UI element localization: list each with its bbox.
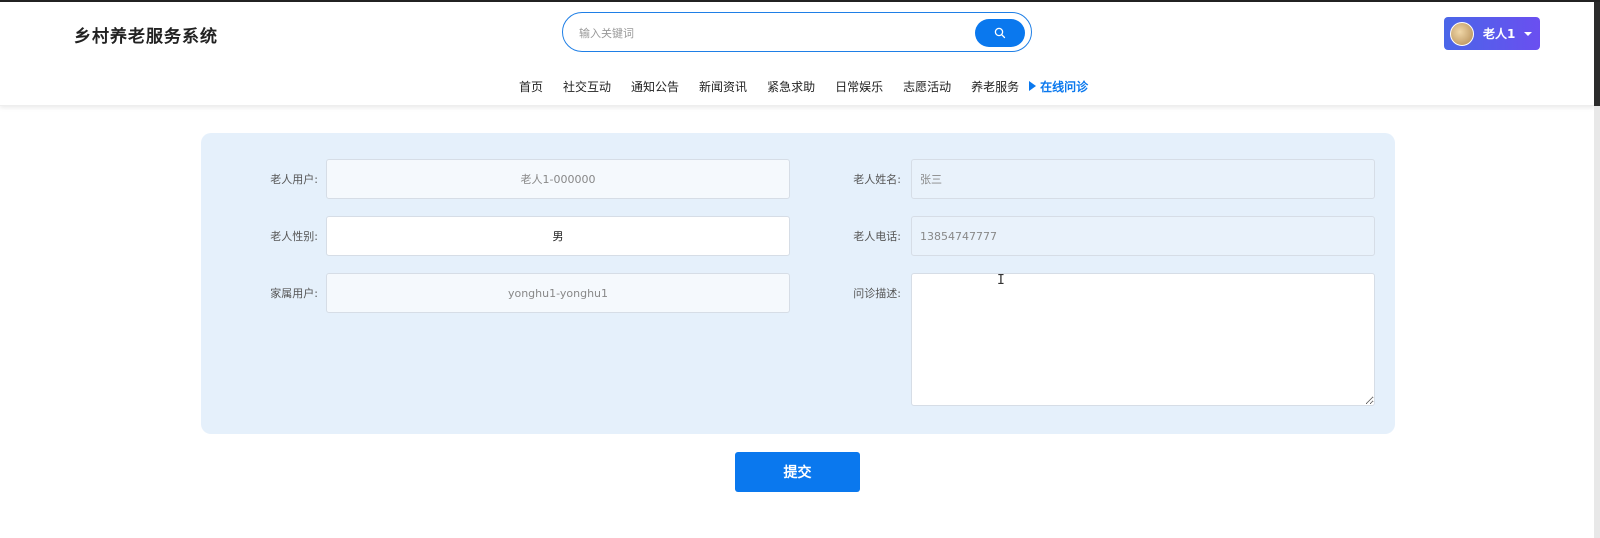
nav-item-notices[interactable]: 通知公告 (631, 78, 679, 95)
nav-item-emergency[interactable]: 紧急求助 (767, 78, 815, 95)
nav-item-news[interactable]: 新闻资讯 (699, 78, 747, 95)
caret-down-icon (1524, 31, 1533, 36)
family-user-field: yonghu1-yonghu1 (326, 273, 790, 313)
search-button[interactable] (975, 19, 1025, 47)
submit-button[interactable]: 提交 (735, 452, 860, 492)
nav-item-elder-service[interactable]: 养老服务 (971, 78, 1019, 95)
family-user-label: 家属用户: (270, 287, 318, 300)
triangle-right-icon (1029, 81, 1037, 91)
search-bar (562, 12, 1032, 52)
nav-item-online-consult[interactable]: 在线问诊 (1029, 78, 1088, 95)
page-scrollbar[interactable] (1594, 2, 1600, 538)
text-cursor-icon: I (997, 273, 1005, 288)
elder-name-label: 老人姓名: (853, 173, 901, 186)
top-header: 乡村养老服务系统 老人1 首页 社交互动 通知公告 新闻资讯 紧急求助 (0, 2, 1594, 106)
page: 乡村养老服务系统 老人1 首页 社交互动 通知公告 新闻资讯 紧急求助 (0, 0, 1600, 538)
nav-item-volunteer[interactable]: 志愿活动 (903, 78, 951, 95)
elder-user-label: 老人用户: (270, 173, 318, 186)
search-icon (994, 27, 1006, 39)
elder-phone-label: 老人电话: (853, 230, 901, 243)
consult-form: 老人用户: 老人1-000000 老人姓名: 张三 老人性别: 男 老人电话: … (201, 133, 1395, 434)
scrollbar-thumb[interactable] (1594, 2, 1600, 106)
elder-user-field: 老人1-000000 (326, 159, 790, 199)
elder-gender-select[interactable]: 男 (326, 216, 790, 256)
consult-desc-textarea[interactable] (911, 273, 1375, 406)
user-menu-button[interactable]: 老人1 (1444, 17, 1540, 50)
elder-phone-field: 13854747777 (911, 216, 1375, 256)
main-nav: 首页 社交互动 通知公告 新闻资讯 紧急求助 日常娱乐 志愿活动 养老服务 在线… (0, 76, 1594, 96)
elder-name-field: 张三 (911, 159, 1375, 199)
nav-item-home[interactable]: 首页 (519, 78, 543, 95)
consult-desc-label: 问诊描述: (853, 287, 901, 300)
nav-item-entertainment[interactable]: 日常娱乐 (835, 78, 883, 95)
site-title: 乡村养老服务系统 (74, 27, 218, 47)
elder-gender-label: 老人性别: (270, 230, 318, 243)
search-input[interactable] (579, 23, 959, 43)
avatar-icon (1450, 21, 1474, 46)
user-name: 老人1 (1483, 27, 1516, 41)
nav-item-online-consult-label: 在线问诊 (1040, 79, 1089, 94)
nav-item-social[interactable]: 社交互动 (563, 78, 611, 95)
